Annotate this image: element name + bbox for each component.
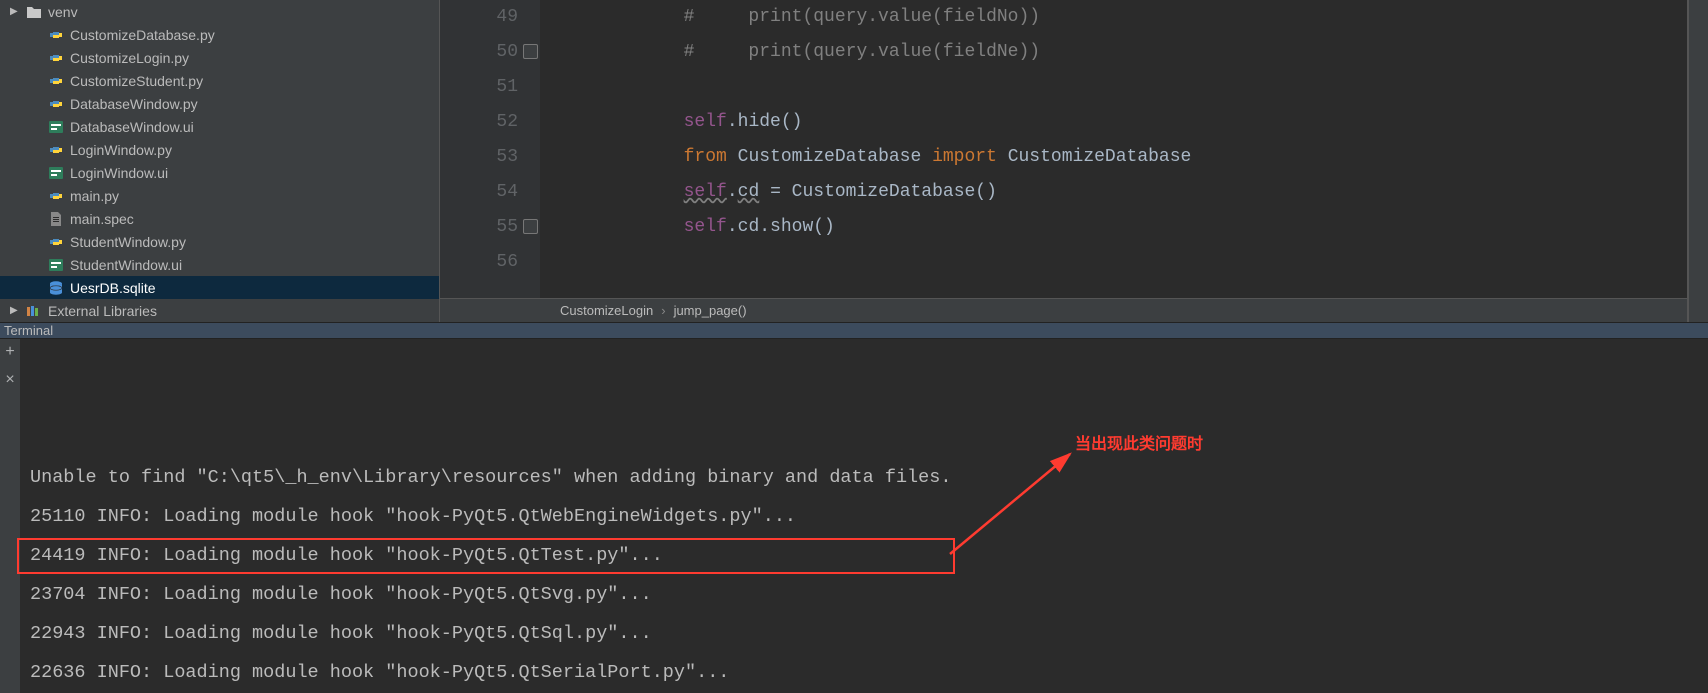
tree-file-StudentWindow-py[interactable]: StudentWindow.py: [0, 230, 439, 253]
terminal-line: Unable to find "C:\qt5\_h_env\Library\re…: [30, 458, 1708, 497]
tree-file-main-py[interactable]: main.py: [0, 184, 439, 207]
terminal-output[interactable]: Unable to find "C:\qt5\_h_env\Library\re…: [20, 339, 1708, 693]
code-editor[interactable]: 4950515253545556 # print(query.value(fie…: [440, 0, 1688, 322]
gutter-line: 53: [440, 140, 518, 175]
ui-file-icon: [48, 119, 64, 135]
terminal-line: 23704 INFO: Loading module hook "hook-Py…: [30, 575, 1708, 614]
fold-marker-icon[interactable]: [523, 44, 538, 59]
tree-file-label: LoginWindow.py: [70, 142, 172, 158]
py-file-icon: [48, 73, 64, 89]
gutter-line: 56: [440, 245, 518, 280]
tree-file-CustomizeStudent-py[interactable]: CustomizeStudent.py: [0, 69, 439, 92]
py-file-icon: [48, 188, 64, 204]
code-line[interactable]: from CustomizeDatabase import CustomizeD…: [554, 140, 1687, 175]
code-line[interactable]: self.cd = CustomizeDatabase(): [554, 175, 1687, 210]
py-file-icon: [48, 96, 64, 112]
annotation-text: 当出现此类问题时: [1075, 425, 1203, 464]
tree-file-DatabaseWindow-py[interactable]: DatabaseWindow.py: [0, 92, 439, 115]
tree-file-label: CustomizeDatabase.py: [70, 27, 215, 43]
tree-file-CustomizeDatabase-py[interactable]: CustomizeDatabase.py: [0, 23, 439, 46]
library-icon: [26, 303, 42, 319]
project-tree[interactable]: ▶ venv CustomizeDatabase.py CustomizeLogi…: [0, 0, 440, 322]
code-line[interactable]: [554, 70, 1687, 105]
tree-file-label: StudentWindow.ui: [70, 257, 182, 273]
code-line[interactable]: [554, 245, 1687, 280]
tree-file-label: main.spec: [70, 211, 134, 227]
tree-file-label: DatabaseWindow.py: [70, 96, 198, 112]
code-line[interactable]: # print(query.value(fieldNe)): [554, 35, 1687, 70]
tree-file-label: CustomizeStudent.py: [70, 73, 203, 89]
add-terminal-icon[interactable]: +: [5, 343, 14, 361]
editor-breadcrumb[interactable]: CustomizeLogin › jump_page(): [440, 298, 1687, 322]
editor-gutter: 4950515253545556: [440, 0, 540, 298]
ui-file-icon: [48, 257, 64, 273]
close-terminal-icon[interactable]: ×: [5, 371, 14, 389]
tree-file-DatabaseWindow-ui[interactable]: DatabaseWindow.ui: [0, 115, 439, 138]
ui-file-icon: [48, 165, 64, 181]
db-file-icon: [48, 280, 64, 296]
terminal-tab-header[interactable]: Terminal: [0, 322, 1708, 339]
code-line[interactable]: self.hide(): [554, 105, 1687, 140]
tree-folder-label: venv: [48, 4, 78, 20]
gutter-line: 50: [440, 35, 518, 70]
gutter-line: 55: [440, 210, 518, 245]
gutter-line: 49: [440, 0, 518, 35]
fold-marker-icon[interactable]: [523, 219, 538, 234]
terminal-line: 22636 INFO: Loading module hook "hook-Py…: [30, 653, 1708, 692]
py-file-icon: [48, 27, 64, 43]
spec-file-icon: [48, 211, 64, 227]
chevron-right-icon: ▶: [10, 305, 20, 316]
terminal-line: 25110 INFO: Loading module hook "hook-Py…: [30, 497, 1708, 536]
tree-external-libs[interactable]: ▶ External Libraries: [0, 299, 439, 322]
editor-code-area[interactable]: # print(query.value(fieldNo)) # print(qu…: [540, 0, 1687, 298]
terminal-panel: + × Unable to find "C:\qt5\_h_env\Librar…: [0, 339, 1708, 693]
tree-file-StudentWindow-ui[interactable]: StudentWindow.ui: [0, 253, 439, 276]
terminal-line: 24419 INFO: Loading module hook "hook-Py…: [30, 536, 1708, 575]
py-file-icon: [48, 142, 64, 158]
tree-file-LoginWindow-ui[interactable]: LoginWindow.ui: [0, 161, 439, 184]
code-line[interactable]: self.cd.show(): [554, 210, 1687, 245]
tree-file-label: CustomizeLogin.py: [70, 50, 189, 66]
breadcrumb-method[interactable]: jump_page(): [674, 303, 747, 318]
tree-external-label: External Libraries: [48, 303, 157, 319]
tree-file-label: UesrDB.sqlite: [70, 280, 156, 296]
tree-file-LoginWindow-py[interactable]: LoginWindow.py: [0, 138, 439, 161]
tree-file-label: main.py: [70, 188, 119, 204]
py-file-icon: [48, 234, 64, 250]
chevron-right-icon: ▶: [10, 6, 20, 17]
gutter-line: 52: [440, 105, 518, 140]
tree-file-list: CustomizeDatabase.py CustomizeLogin.py Cus…: [0, 23, 439, 299]
tree-file-label: StudentWindow.py: [70, 234, 186, 250]
gutter-line: 51: [440, 70, 518, 105]
terminal-side-toolbar: + ×: [0, 339, 20, 693]
folder-icon: [26, 4, 42, 20]
tree-folder-venv[interactable]: ▶ venv: [0, 0, 439, 23]
right-gutter: [1688, 0, 1708, 322]
gutter-line: 54: [440, 175, 518, 210]
tree-file-label: DatabaseWindow.ui: [70, 119, 194, 135]
code-line[interactable]: # print(query.value(fieldNo)): [554, 0, 1687, 35]
tree-file-label: LoginWindow.ui: [70, 165, 168, 181]
tree-file-UesrDB-sqlite[interactable]: UesrDB.sqlite: [0, 276, 439, 299]
tree-file-main-spec[interactable]: main.spec: [0, 207, 439, 230]
tree-file-CustomizeLogin-py[interactable]: CustomizeLogin.py: [0, 46, 439, 69]
breadcrumb-class[interactable]: CustomizeLogin: [560, 303, 653, 318]
chevron-right-icon: ›: [661, 303, 665, 318]
terminal-line: 22943 INFO: Loading module hook "hook-Py…: [30, 614, 1708, 653]
py-file-icon: [48, 50, 64, 66]
terminal-title: Terminal: [4, 323, 53, 338]
